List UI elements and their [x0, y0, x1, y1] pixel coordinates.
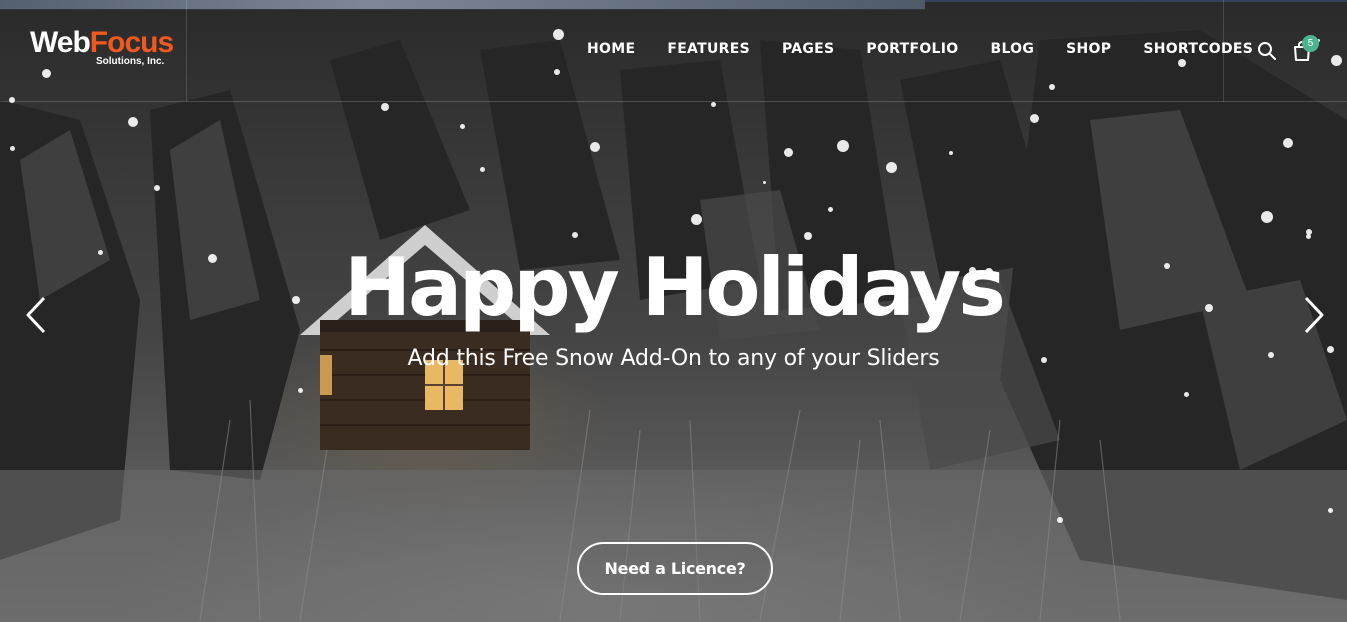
- hero-title: Happy Holidays: [344, 241, 1006, 334]
- chevron-right-icon[interactable]: [1302, 295, 1326, 335]
- snowflake: [885, 161, 897, 173]
- logo-tagline: Solutions, Inc.: [96, 56, 165, 67]
- snowflake: [128, 117, 138, 127]
- snowflake: [827, 206, 833, 212]
- nav-item-home[interactable]: HOME: [587, 41, 635, 61]
- snowflake: [1261, 211, 1273, 223]
- site-header: WebFocus Solutions, Inc. HOME FEATURES P…: [0, 0, 1347, 102]
- snowflake: [710, 101, 716, 107]
- nav-item-pages[interactable]: PAGES: [782, 41, 834, 61]
- snowflake: [1183, 391, 1189, 397]
- snowflake: [804, 232, 812, 240]
- header-divider-left: [186, 0, 187, 102]
- snowflake: [459, 123, 465, 129]
- snowflake: [9, 145, 15, 151]
- site-logo[interactable]: WebFocus Solutions, Inc.: [30, 26, 174, 72]
- snowflake: [1305, 233, 1311, 239]
- snowflake: [572, 232, 578, 238]
- nav-item-shop[interactable]: SHOP: [1066, 41, 1111, 61]
- snowflake: [762, 180, 766, 184]
- snowflake: [479, 166, 485, 172]
- snowflake: [690, 213, 702, 225]
- chevron-left-icon[interactable]: [24, 295, 48, 335]
- nav-item-portfolio[interactable]: PORTFOLIO: [866, 41, 958, 61]
- nav-item-features[interactable]: FEATURES: [667, 41, 750, 61]
- snowflake: [1327, 507, 1333, 513]
- snowflake: [590, 142, 600, 152]
- need-licence-button[interactable]: Need a Licence?: [577, 542, 773, 595]
- snowflake: [297, 387, 303, 393]
- snowflake: [381, 103, 389, 111]
- snowflake: [1283, 138, 1293, 148]
- logo-wordmark: WebFocus: [30, 26, 174, 59]
- nav-item-blog[interactable]: BLOG: [990, 41, 1034, 61]
- snowflake: [154, 185, 160, 191]
- snowflake: [1057, 517, 1063, 523]
- hero-subtitle: Add this Free Snow Add-On to any of your…: [407, 346, 940, 371]
- main-nav: HOME FEATURES PAGES PORTFOLIO BLOG SHOP …: [587, 41, 1253, 61]
- snowflake: [1029, 113, 1039, 123]
- snowflake: [837, 140, 849, 152]
- search-icon[interactable]: [1257, 41, 1277, 61]
- nav-item-shortcodes[interactable]: SHORTCODES: [1143, 41, 1253, 61]
- cart-count-badge: 5: [1302, 35, 1319, 52]
- snowflake: [949, 151, 953, 155]
- snowflake: [783, 147, 793, 157]
